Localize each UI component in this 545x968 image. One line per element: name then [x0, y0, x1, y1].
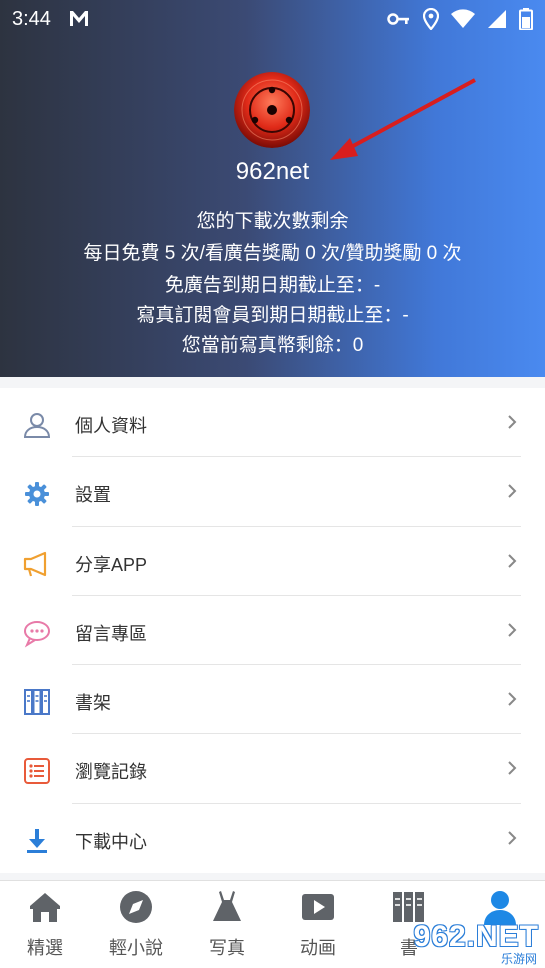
battery-icon — [519, 8, 533, 35]
menu-item-message-board[interactable]: 留言專區 — [0, 596, 545, 666]
settings-menu: 個人資料 設置 分享APP 留言專區 書架 瀏覽記錄 下載中心 — [0, 388, 545, 874]
tab-label: 輕小說 — [109, 938, 163, 958]
menu-item-profile[interactable]: 個人資料 — [0, 388, 545, 458]
signal-icon — [487, 9, 507, 34]
menu-item-share-app[interactable]: 分享APP — [0, 527, 545, 596]
compass-icon — [120, 891, 152, 923]
watermark: 962.NET — [413, 920, 539, 953]
menu-item-history[interactable]: 瀏覽記錄 — [0, 734, 545, 804]
megaphone-icon — [22, 549, 52, 579]
wifi-icon — [451, 9, 475, 34]
ad-free-expiry: 免廣告到期日期截止至：- — [164, 275, 381, 296]
photo-membership-expiry: 寫真訂閱會員到期日期截止至：- — [136, 305, 409, 326]
key-icon — [387, 9, 411, 34]
photo-coin-balance: 您當前寫真幣剩餘：0 — [181, 335, 364, 356]
chevron-right-icon — [508, 761, 517, 776]
tab-label: 动画 — [300, 938, 336, 958]
chevron-right-icon — [508, 484, 517, 499]
menu-item-bookshelf[interactable]: 書架 — [0, 665, 545, 735]
menu-item-settings[interactable]: 設置 — [0, 457, 545, 527]
download-count-title: 您的下載次數剩余 — [196, 211, 349, 232]
history-icon — [22, 756, 52, 786]
avatar[interactable] — [234, 72, 310, 148]
location-icon — [422, 7, 440, 35]
gear-icon — [22, 479, 52, 509]
tab-anime[interactable]: 动画 — [273, 881, 363, 968]
chevron-right-icon — [508, 623, 517, 637]
chevron-right-icon — [508, 692, 517, 706]
tab-featured[interactable]: 精選 — [0, 881, 90, 968]
annotation-arrow — [330, 78, 476, 160]
chat-icon — [22, 618, 52, 648]
chevron-right-icon — [508, 415, 517, 429]
menu-label: 設置 — [75, 485, 111, 506]
menu-label: 書架 — [75, 693, 111, 714]
username: 962net — [235, 158, 310, 185]
play-icon — [302, 894, 334, 920]
tab-label: 写真 — [209, 938, 245, 958]
home-icon — [30, 893, 60, 922]
dress-icon — [213, 891, 241, 921]
download-icon — [22, 826, 52, 856]
menu-label: 留言專區 — [75, 623, 147, 644]
menu-label: 下載中心 — [75, 831, 147, 852]
tab-light-novel[interactable]: 輕小說 — [91, 881, 181, 968]
menu-label: 個人資料 — [75, 416, 147, 436]
tab-photos[interactable]: 写真 — [182, 881, 272, 968]
chevron-right-icon — [508, 553, 517, 568]
gmail-icon — [68, 8, 90, 33]
download-count-detail: 每日免費 5 次/看廣告獎勵 0 次/贊助獎勵 0 次 — [83, 243, 462, 264]
menu-item-download-center[interactable]: 下載中心 — [0, 804, 545, 873]
bookshelf-icon — [22, 687, 52, 717]
status-time: 3:44 — [12, 8, 51, 30]
menu-label: 瀏覽記錄 — [75, 762, 147, 783]
watermark-sub: 乐游网 — [500, 952, 537, 966]
profile-header: 3:44 962net 您的下載次數剩余 每日免費 5 次/看廣告獎勵 0 次/… — [0, 0, 545, 377]
status-bar: 3:44 — [0, 0, 545, 38]
chevron-right-icon — [508, 831, 517, 845]
menu-label: 分享APP — [75, 554, 148, 575]
tab-label: 精選 — [27, 938, 63, 958]
user-icon — [22, 410, 52, 440]
